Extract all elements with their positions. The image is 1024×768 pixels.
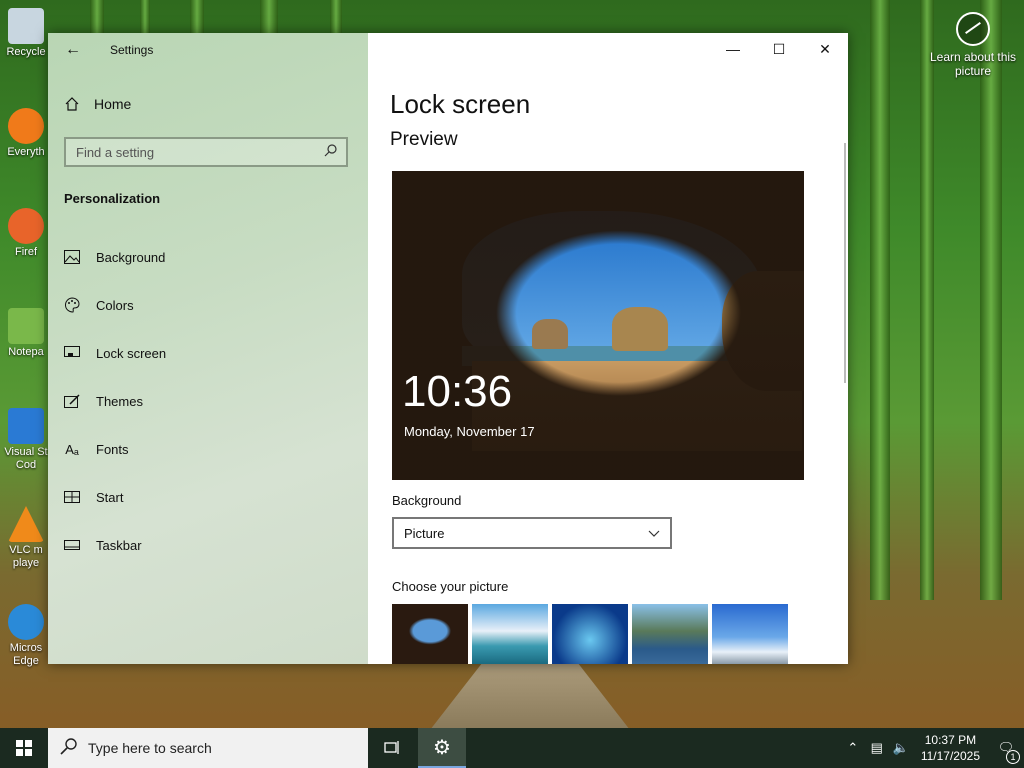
desktop-icon-everything[interactable]: Everyth <box>0 108 52 159</box>
find-setting-input[interactable] <box>76 144 306 160</box>
notification-center-button[interactable]: 🗨 1 <box>988 740 1024 764</box>
nav-item-label: Fonts <box>96 441 129 457</box>
picture-thumbnails <box>392 604 788 664</box>
taskbar-search-input[interactable] <box>88 740 348 756</box>
lock-screen-icon <box>64 345 80 361</box>
page-title: Lock screen <box>390 89 531 119</box>
vlc-icon <box>8 506 44 542</box>
nav-item-colors[interactable]: Colors <box>48 281 368 329</box>
back-arrow-icon: ← <box>65 41 81 58</box>
camera-icon <box>956 12 990 46</box>
palette-icon <box>64 297 80 313</box>
nav-item-taskbar[interactable]: Taskbar <box>48 521 368 569</box>
recycle-bin-icon <box>8 8 44 44</box>
nav-home[interactable]: Home <box>64 96 131 112</box>
desktop-icon-vlc[interactable]: VLC m playe <box>0 506 52 570</box>
find-setting-search[interactable] <box>64 137 348 167</box>
settings-window: ← Settings Home Personalization Backgrou… <box>48 33 848 664</box>
taskbar-search[interactable] <box>48 728 368 768</box>
start-button[interactable] <box>0 728 48 768</box>
edge-icon <box>8 604 44 640</box>
taskbar-settings-app[interactable]: ⚙ <box>418 728 466 768</box>
desktop-icon-edge[interactable]: Micros Edge <box>0 604 52 668</box>
nav-item-label: Start <box>96 489 124 505</box>
task-view-button[interactable] <box>372 728 412 768</box>
nav-item-label: Themes <box>96 393 143 409</box>
close-icon: ✕ <box>819 40 831 57</box>
font-icon: Aₐ <box>65 441 79 457</box>
minimize-button[interactable]: — <box>710 33 756 65</box>
nav-item-label: Background <box>96 249 166 265</box>
chevron-up-icon[interactable]: ⌃ <box>841 740 865 756</box>
window-title: Settings <box>110 43 154 57</box>
learn-about-picture[interactable]: Learn about this picture <box>928 12 1018 78</box>
lock-screen-content: — ☐ ✕ Lock screen Preview 10:36 Monday, … <box>368 33 848 664</box>
clock-date: 11/17/2025 <box>920 749 980 763</box>
taskbar: ⚙ ⌃ ▤ 🔈 10:37 PM 11/17/2025 🗨 1 <box>0 728 1024 768</box>
nav-item-background[interactable]: Background <box>48 233 368 281</box>
preview-time: 10:36 <box>402 367 513 416</box>
picture-thumbnail[interactable] <box>392 604 468 664</box>
nav-item-label: Colors <box>96 297 134 313</box>
close-button[interactable]: ✕ <box>802 33 848 65</box>
preview-heading: Preview <box>390 129 458 150</box>
nav-home-label: Home <box>94 96 132 112</box>
section-personalization: Personalization <box>64 191 161 206</box>
home-icon <box>64 96 80 112</box>
maximize-icon: ☐ <box>772 40 786 57</box>
nav-item-label: Lock screen <box>96 345 167 361</box>
nav-list: Background Colors Lock screen Themes Aₐ … <box>48 233 368 569</box>
picture-thumbnail[interactable] <box>712 604 788 664</box>
back-button[interactable]: ← <box>58 37 88 63</box>
volume-muted-icon[interactable]: 🔈 <box>889 740 913 756</box>
nav-item-themes[interactable]: Themes <box>48 377 368 425</box>
windows-logo-icon <box>16 740 32 756</box>
picture-thumbnail[interactable] <box>552 604 628 664</box>
content-scrollbar[interactable] <box>844 143 846 383</box>
system-tray: ⌃ ▤ 🔈 10:37 PM 11/17/2025 🗨 1 <box>841 728 1024 768</box>
nav-item-lock-screen[interactable]: Lock screen <box>48 329 368 377</box>
nav-item-fonts[interactable]: Aₐ Fonts <box>48 425 368 473</box>
picture-thumbnail[interactable] <box>472 604 548 664</box>
minimize-icon: — <box>726 41 740 57</box>
image-icon <box>64 249 80 265</box>
maximize-button[interactable]: ☐ <box>756 33 802 65</box>
task-view-icon <box>384 741 399 754</box>
start-icon <box>64 489 80 505</box>
clock[interactable]: 10:37 PM 11/17/2025 <box>913 732 988 764</box>
settings-nav-pane: ← Settings Home Personalization Backgrou… <box>48 33 368 664</box>
search-icon <box>324 143 338 162</box>
desktop-icon-firefox[interactable]: Firef <box>0 208 52 259</box>
network-icon[interactable]: ▤ <box>865 740 889 756</box>
chevron-down-icon <box>648 526 660 541</box>
picture-thumbnail[interactable] <box>632 604 708 664</box>
desktop-icon-vscode[interactable]: Visual St Cod <box>0 408 52 472</box>
background-dropdown[interactable]: Picture <box>392 517 672 549</box>
notification-count-badge: 1 <box>1006 750 1020 764</box>
clock-time: 10:37 PM <box>924 733 977 747</box>
nav-item-label: Taskbar <box>96 537 142 553</box>
background-label: Background <box>392 493 462 508</box>
brush-icon <box>64 393 80 409</box>
gear-icon: ⚙ <box>433 736 451 759</box>
preview-date: Monday, November 17 <box>404 424 535 439</box>
background-dropdown-value: Picture <box>404 525 445 541</box>
everything-icon <box>8 108 44 144</box>
lock-screen-preview: 10:36 Monday, November 17 <box>392 171 804 480</box>
desktop-icon-notepad[interactable]: Notepa <box>0 308 52 359</box>
taskbar-icon <box>64 537 80 553</box>
desktop-icon-recycle-bin[interactable]: Recycle <box>0 8 52 59</box>
notepad-icon <box>8 308 44 344</box>
vscode-icon <box>8 408 44 444</box>
choose-picture-label: Choose your picture <box>392 579 509 594</box>
firefox-icon <box>8 208 44 244</box>
nav-item-start[interactable]: Start <box>48 473 368 521</box>
search-icon <box>60 737 78 760</box>
